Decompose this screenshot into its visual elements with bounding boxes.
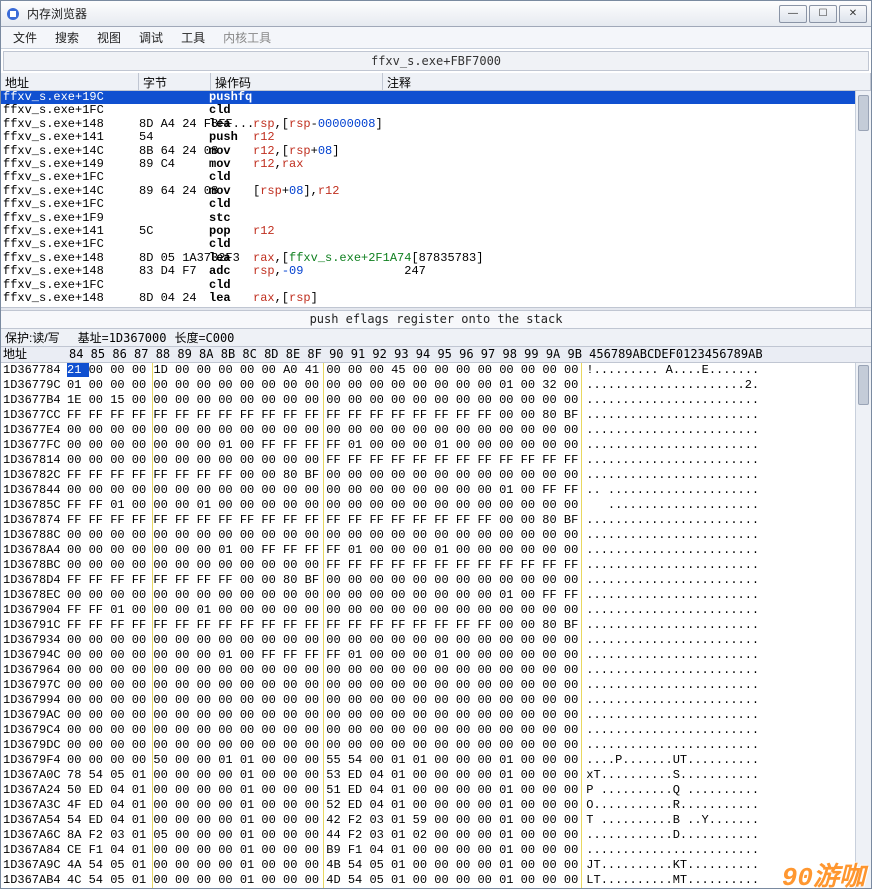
disasm-row[interactable]: ffxv_s.exe+14989 C4movr12,rax <box>1 158 871 171</box>
disasm-scrollbar[interactable] <box>855 91 871 307</box>
disasm-row[interactable]: ffxv_s.exe+1FCcld <box>1 238 871 251</box>
hex-row[interactable]: 1D367A5454 ED 04 01 00 00 00 00 01 00 00… <box>1 813 871 828</box>
base-label: 基址= <box>78 329 109 346</box>
hex-row[interactable]: 1D36779C01 00 00 00 00 00 00 00 00 00 00… <box>1 378 871 393</box>
hex-row[interactable]: 1D36794C00 00 00 00 00 00 00 01 00 FF FF… <box>1 648 871 663</box>
hex-row[interactable]: 1D36793400 00 00 00 00 00 00 00 00 00 00… <box>1 633 871 648</box>
hex-row[interactable]: 1D36799400 00 00 00 00 00 00 00 00 00 00… <box>1 693 871 708</box>
hex-row[interactable]: 1D36796400 00 00 00 00 00 00 00 00 00 00… <box>1 663 871 678</box>
hex-row[interactable]: 1D36785CFF FF 01 00 00 00 01 00 00 00 00… <box>1 498 871 513</box>
col-bytes[interactable]: 字节 <box>139 73 211 90</box>
disasm-row[interactable]: ffxv_s.exe+1FCcld <box>1 279 871 292</box>
disasm-row[interactable]: ffxv_s.exe+1488D 04 24learax,[rsp] <box>1 292 871 305</box>
disasm-row[interactable]: ffxv_s.exe+14C89 64 24 08mov[rsp+08],r12 <box>1 185 871 198</box>
base-value: 1D367000 <box>109 331 167 345</box>
hex-row[interactable]: 1D3677FC00 00 00 00 00 00 00 01 00 FF FF… <box>1 438 871 453</box>
disasm-row[interactable]: ffxv_s.exe+1488D A4 24 F8FF...learsp,[rs… <box>1 118 871 131</box>
hex-row[interactable]: 1D367A6C8A F2 03 01 05 00 00 00 01 00 00… <box>1 828 871 843</box>
hex-info-bar: 保护:读/写 基址= 1D367000 长度= C000 <box>1 329 871 347</box>
disasm-header: 地址 字节 操作码 注释 <box>1 73 871 91</box>
length-value: C000 <box>206 331 235 345</box>
length-label: 长度= <box>174 329 205 346</box>
disasm-row[interactable]: ffxv_s.exe+1FCcld <box>1 198 871 211</box>
disasm-row[interactable]: ffxv_s.exe+1FCcld <box>1 171 871 184</box>
hex-row[interactable]: 1D36788C00 00 00 00 00 00 00 00 00 00 00… <box>1 528 871 543</box>
hex-row[interactable]: 1D3678D4FF FF FF FF FF FF FF FF 00 00 80… <box>1 573 871 588</box>
hex-row[interactable]: 1D367A9C4A 54 05 01 00 00 00 00 01 00 00… <box>1 858 871 873</box>
protection-label: 保护:读/写 <box>5 329 60 346</box>
disasm-row[interactable]: ffxv_s.exe+1FCcld <box>1 104 871 117</box>
hex-row[interactable]: 1D367A84CE F1 04 01 00 00 00 00 01 00 00… <box>1 843 871 858</box>
hex-row[interactable]: 1D367AB44C 54 05 01 00 00 00 00 01 00 00… <box>1 873 871 888</box>
col-address[interactable]: 地址 <box>1 73 139 90</box>
hex-row[interactable]: 1D3679AC00 00 00 00 00 00 00 00 00 00 00… <box>1 708 871 723</box>
disassembly-view[interactable]: ffxv_s.exe+19Cpushfqffxv_s.exe+1FCcldffx… <box>1 91 871 307</box>
disasm-row[interactable]: ffxv_s.exe+1F9stc <box>1 212 871 225</box>
hex-header: 地址 84 85 86 87 88 89 8A 8B 8C 8D 8E 8F 9… <box>1 347 871 363</box>
hex-row[interactable]: 1D36784400 00 00 00 00 00 00 00 00 00 00… <box>1 483 871 498</box>
menu-kernel[interactable]: 内核工具 <box>215 27 279 48</box>
window-title: 内存浏览器 <box>27 5 779 22</box>
hex-view[interactable]: 90游咖 1D36778421 00 00 00 1D 00 00 00 00 … <box>1 363 871 888</box>
hex-row[interactable]: 1D3677B41E 00 15 00 00 00 00 00 00 00 00… <box>1 393 871 408</box>
menu-search[interactable]: 搜索 <box>47 27 87 48</box>
menubar: 文件 搜索 视图 调试 工具 内核工具 <box>1 27 871 49</box>
hex-row[interactable]: 1D367A3C4F ED 04 01 00 00 00 00 01 00 00… <box>1 798 871 813</box>
hex-header-cols: 84 85 86 87 88 89 8A 8B 8C 8D 8E 8F 90 9… <box>67 347 763 362</box>
app-icon <box>5 6 21 22</box>
hex-row[interactable]: 1D36791CFF FF FF FF FF FF FF FF FF FF FF… <box>1 618 871 633</box>
col-comment[interactable]: 注释 <box>383 73 871 90</box>
disasm-row[interactable]: ffxv_s.exe+1488D 05 1A3732F3learax,[ffxv… <box>1 252 871 265</box>
menu-file[interactable]: 文件 <box>5 27 45 48</box>
hex-row[interactable]: 1D3679C400 00 00 00 00 00 00 00 00 00 00… <box>1 723 871 738</box>
hex-row[interactable]: 1D36782CFF FF FF FF FF FF FF FF 00 00 80… <box>1 468 871 483</box>
col-opcode[interactable]: 操作码 <box>211 73 383 90</box>
hex-row[interactable]: 1D367874FF FF FF FF FF FF FF FF FF FF FF… <box>1 513 871 528</box>
hex-row[interactable]: 1D3679F400 00 00 00 50 00 00 01 01 00 00… <box>1 753 871 768</box>
hex-row[interactable]: 1D3678EC00 00 00 00 00 00 00 00 00 00 00… <box>1 588 871 603</box>
hex-row[interactable]: 1D36797C00 00 00 00 00 00 00 00 00 00 00… <box>1 678 871 693</box>
titlebar[interactable]: 内存浏览器 — ☐ ✕ <box>1 1 871 27</box>
hex-row[interactable]: 1D3678BC00 00 00 00 00 00 00 00 00 00 00… <box>1 558 871 573</box>
hex-row[interactable]: 1D36781400 00 00 00 00 00 00 00 00 00 00… <box>1 453 871 468</box>
disasm-row[interactable]: ffxv_s.exe+19Cpushfq <box>1 91 871 104</box>
close-button[interactable]: ✕ <box>839 5 867 23</box>
instruction-hint: push eflags register onto the stack <box>1 311 871 329</box>
menu-view[interactable]: 视图 <box>89 27 129 48</box>
menu-tools[interactable]: 工具 <box>173 27 213 48</box>
hex-row[interactable]: 1D3677CCFF FF FF FF FF FF FF FF FF FF FF… <box>1 408 871 423</box>
hex-row[interactable]: 1D367904FF FF 01 00 00 00 01 00 00 00 00… <box>1 603 871 618</box>
disasm-row[interactable]: ffxv_s.exe+14883 D4 F7adcrsp,-09 247 <box>1 265 871 278</box>
hex-row[interactable]: 1D3678A400 00 00 00 00 00 00 01 00 FF FF… <box>1 543 871 558</box>
module-bar[interactable]: ffxv_s.exe+FBF7000 <box>3 51 869 71</box>
hex-row[interactable]: 1D367A0C78 54 05 01 00 00 00 00 01 00 00… <box>1 768 871 783</box>
maximize-button[interactable]: ☐ <box>809 5 837 23</box>
disasm-row[interactable]: ffxv_s.exe+14154pushr12 <box>1 131 871 144</box>
disasm-row[interactable]: ffxv_s.exe+14C8B 64 24 08movr12,[rsp+08] <box>1 145 871 158</box>
hex-header-addr[interactable]: 地址 <box>1 347 67 362</box>
memory-viewer-window: 内存浏览器 — ☐ ✕ 文件 搜索 视图 调试 工具 内核工具 ffxv_s.e… <box>0 0 872 889</box>
hex-row[interactable]: 1D36778421 00 00 00 1D 00 00 00 00 00 A0… <box>1 363 871 378</box>
disasm-row[interactable]: ffxv_s.exe+1415Cpopr12 <box>1 225 871 238</box>
hex-row[interactable]: 1D3677E400 00 00 00 00 00 00 00 00 00 00… <box>1 423 871 438</box>
hex-row[interactable]: 1D367A2450 ED 04 01 00 00 00 00 01 00 00… <box>1 783 871 798</box>
hex-row[interactable]: 1D3679DC00 00 00 00 00 00 00 00 00 00 00… <box>1 738 871 753</box>
minimize-button[interactable]: — <box>779 5 807 23</box>
hex-scrollbar[interactable] <box>855 363 871 888</box>
menu-debug[interactable]: 调试 <box>131 27 171 48</box>
